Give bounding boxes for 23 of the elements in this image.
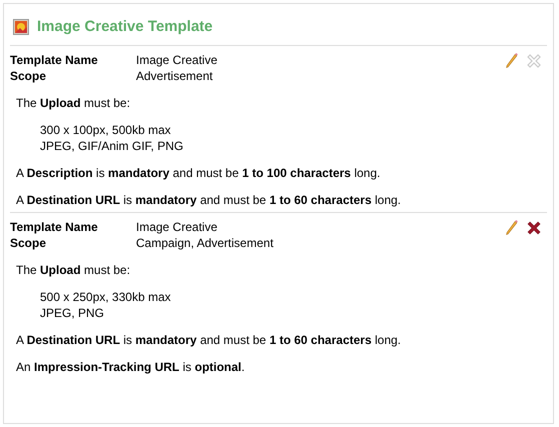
spec-line: JPEG, PNG xyxy=(40,305,106,321)
field-label: Template Name xyxy=(10,52,99,68)
field-label: Scope xyxy=(10,68,48,84)
rule-text: The Upload must be: xyxy=(16,262,132,278)
spec-line: JPEG, GIF/Anim GIF, PNG xyxy=(40,138,184,154)
rule-text: A Description is mandatory and must be 1 to 100 characters long. xyxy=(16,165,382,181)
field-value: Campaign, Advertisement xyxy=(136,235,274,251)
field-label: Scope xyxy=(10,235,48,251)
field-value: Image Creative xyxy=(136,52,218,68)
field-value: Image Creative xyxy=(136,219,218,235)
field-label: Template Name xyxy=(10,219,99,235)
rule-text: A Destination URL is mandatory and must be 1 to 60 characters long. xyxy=(16,192,402,208)
delete-icon[interactable] xyxy=(525,219,543,237)
field-value: Advertisement xyxy=(136,68,213,84)
rule-text: The Upload must be: xyxy=(16,95,132,111)
rule-text: A Destination URL is mandatory and must be 1 to 60 characters long. xyxy=(16,332,402,348)
spec-line: 500 x 250px, 330kb max xyxy=(40,289,172,305)
panel-title: Image Creative Template xyxy=(37,18,213,35)
rule-text: An Impression-Tracking URL is optional. xyxy=(16,359,246,375)
pencil-icon[interactable] xyxy=(505,219,519,235)
spec-line: 300 x 100px, 500kb max xyxy=(40,122,172,138)
pencil-icon[interactable] xyxy=(505,52,519,68)
image-icon xyxy=(13,18,29,34)
